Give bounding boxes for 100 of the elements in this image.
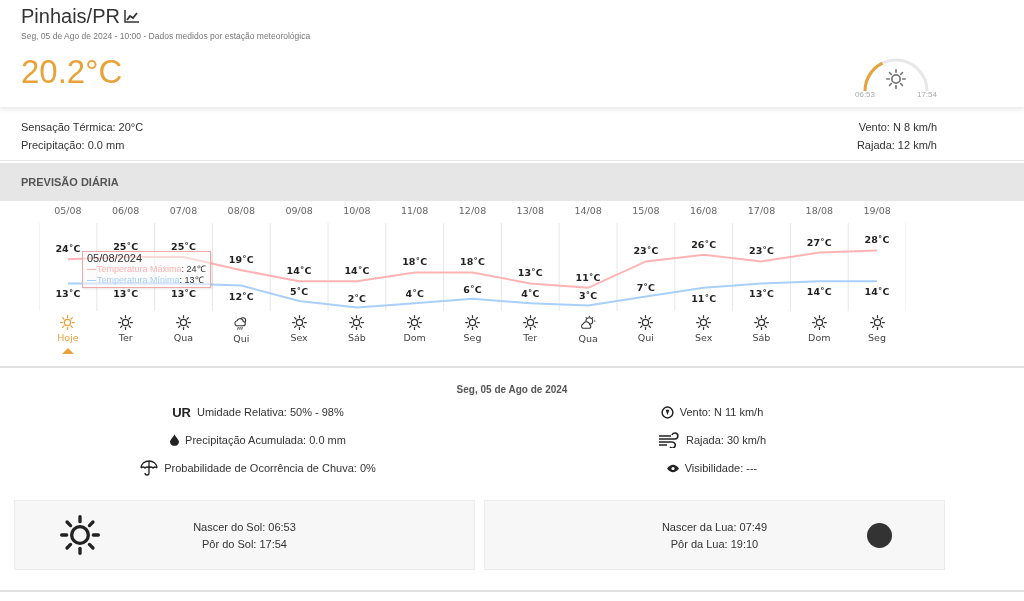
temperature-label: 14˚C xyxy=(286,265,312,277)
sun-icon xyxy=(60,515,100,555)
sun-icon xyxy=(349,315,365,330)
sun-icon xyxy=(60,315,76,330)
wind-icon xyxy=(657,432,680,448)
day-tab[interactable]: Sex xyxy=(270,315,328,354)
chart-icon[interactable] xyxy=(123,10,139,23)
day-tab[interactable]: Ter xyxy=(501,315,560,354)
temperature-label: 27˚C xyxy=(806,236,832,248)
temperature-label: 4˚C xyxy=(521,288,540,300)
sun-icon xyxy=(753,315,769,330)
detail-text: Visibilidade: --- xyxy=(684,462,758,474)
axis-label: 18/08 xyxy=(805,205,833,216)
temperature-label: 6˚C xyxy=(463,283,482,295)
sun-icon xyxy=(886,69,906,89)
temperature-label: 14˚C xyxy=(864,286,890,298)
tooltip-date: 05/08/2024 xyxy=(87,253,144,264)
card-text: Nascer da Lua: 07:49 xyxy=(661,520,768,533)
day-tab[interactable]: Seg xyxy=(848,315,906,354)
axis-label: 07/08 xyxy=(169,205,198,216)
condition-text: Precipitação: 0.0 mm xyxy=(21,138,126,153)
axis-label: 16/08 xyxy=(690,205,718,216)
sun-icon xyxy=(291,315,307,330)
temperature-label: 7˚C xyxy=(636,281,656,293)
temperature-label: 12˚C xyxy=(228,290,254,302)
temperature-label: 14˚C xyxy=(806,286,832,298)
sun-icon xyxy=(522,315,538,330)
temperature-label: 23˚C xyxy=(633,245,659,257)
temperature-label: 13˚C xyxy=(517,267,543,279)
day-tab[interactable]: Sáb xyxy=(732,315,791,354)
temperature-label: 14˚C xyxy=(344,265,370,277)
temperature-label: 13˚C xyxy=(171,288,196,300)
day-tab[interactable]: Seg xyxy=(443,315,502,354)
temperature-label: 11˚C xyxy=(691,292,717,304)
sun-icon xyxy=(407,315,423,330)
day-tab[interactable]: Qui xyxy=(616,315,675,354)
axis-label: 15/08 xyxy=(632,205,660,216)
detail-text: Vento: N 11 km/h xyxy=(679,406,764,418)
section-title: PREVISÃO DIÁRIA xyxy=(21,176,119,188)
subtitle: Seg, 05 de Ago de 2024 - 10:00 - Dados medidos por estação meteorológica xyxy=(21,31,311,41)
detail-text: Precipitação Acumulada: 0.0 mm xyxy=(185,434,346,446)
temperature-label: 11˚C xyxy=(575,271,601,283)
day-tab[interactable]: Dom xyxy=(790,315,849,354)
day-tab[interactable]: Dom xyxy=(385,315,444,354)
sun-icon xyxy=(176,315,191,330)
day-tab[interactable]: Qui xyxy=(212,315,271,354)
axis-label: 06/08 xyxy=(112,205,140,216)
detail-text: Rajada: 30 km/h xyxy=(685,434,767,446)
axis-label: 12/08 xyxy=(458,205,487,216)
temperature-label: 13˚C xyxy=(113,288,139,300)
day-tab[interactable]: Sex xyxy=(674,315,733,354)
tooltip-row: Temperatura Mínima: 13℃ xyxy=(87,275,206,286)
temperature-label: 24˚C xyxy=(55,243,81,255)
umbrella-icon xyxy=(140,460,159,476)
temperature-label: 3˚C xyxy=(578,290,598,302)
condition-text: Rajada: 12 km/h xyxy=(856,138,937,153)
eye-icon xyxy=(666,463,679,473)
humidity-label: UR xyxy=(172,404,191,420)
temperature-label: 18˚C xyxy=(460,256,485,268)
temperature-label: 18˚C xyxy=(402,256,428,268)
detail-text: Umidade Relativa: 50% - 98% xyxy=(197,406,344,418)
axis-label: 05/08 xyxy=(54,205,82,216)
sun-icon xyxy=(638,315,654,330)
sun-icon xyxy=(696,315,712,330)
day-tab[interactable]: Ter xyxy=(96,315,155,354)
temperature-label: 26˚C xyxy=(691,238,717,250)
sun-icon xyxy=(118,315,134,330)
temperature-label: 5˚C xyxy=(289,286,309,297)
tooltip-row: Temperatura Máxima: 24℃ xyxy=(87,264,206,275)
axis-label: 13/08 xyxy=(516,205,544,216)
compass-icon xyxy=(660,405,674,419)
axis-label: 17/08 xyxy=(747,205,776,216)
axis-label: 11/08 xyxy=(401,205,429,216)
condition-text: Vento: N 8 km/h xyxy=(857,120,937,135)
axis-label: 10/08 xyxy=(343,205,371,216)
details-date: Seg, 05 de Ago de 2024 xyxy=(455,384,569,395)
day-tab[interactable]: Qua xyxy=(559,315,617,354)
temperature-label: 13˚C xyxy=(55,288,81,300)
temperature-label: 4˚C xyxy=(405,288,424,300)
day-tab[interactable]: Qua xyxy=(154,315,213,354)
temperature-label: 25˚C xyxy=(171,241,196,252)
city-title: Pinhais/PR xyxy=(21,5,120,28)
sun-icon xyxy=(464,315,480,330)
temperature-label: 13˚C xyxy=(749,288,774,300)
sunrise-time: 06:53 xyxy=(855,90,876,99)
card-text: Nascer do Sol: 06:53 xyxy=(193,520,296,533)
selected-marker xyxy=(61,348,74,354)
temperature-label: 19˚C xyxy=(228,254,254,266)
drop-icon xyxy=(170,434,180,446)
card-text: Pôr do Sol: 17:54 xyxy=(202,537,287,550)
sun-icon xyxy=(811,315,827,330)
axis-label: 19/08 xyxy=(863,205,891,216)
card-text: Pôr da Lua: 19:10 xyxy=(670,537,759,550)
day-tab[interactable]: Sáb xyxy=(328,315,386,354)
axis-label: 09/08 xyxy=(285,205,313,216)
condition-text: Sensação Térmica: 20°C xyxy=(21,120,144,135)
axis-label: 08/08 xyxy=(227,205,255,216)
temperature-label: 28˚C xyxy=(864,234,890,246)
sunset-time: 17:54 xyxy=(916,90,937,99)
sun-icon xyxy=(869,315,885,330)
